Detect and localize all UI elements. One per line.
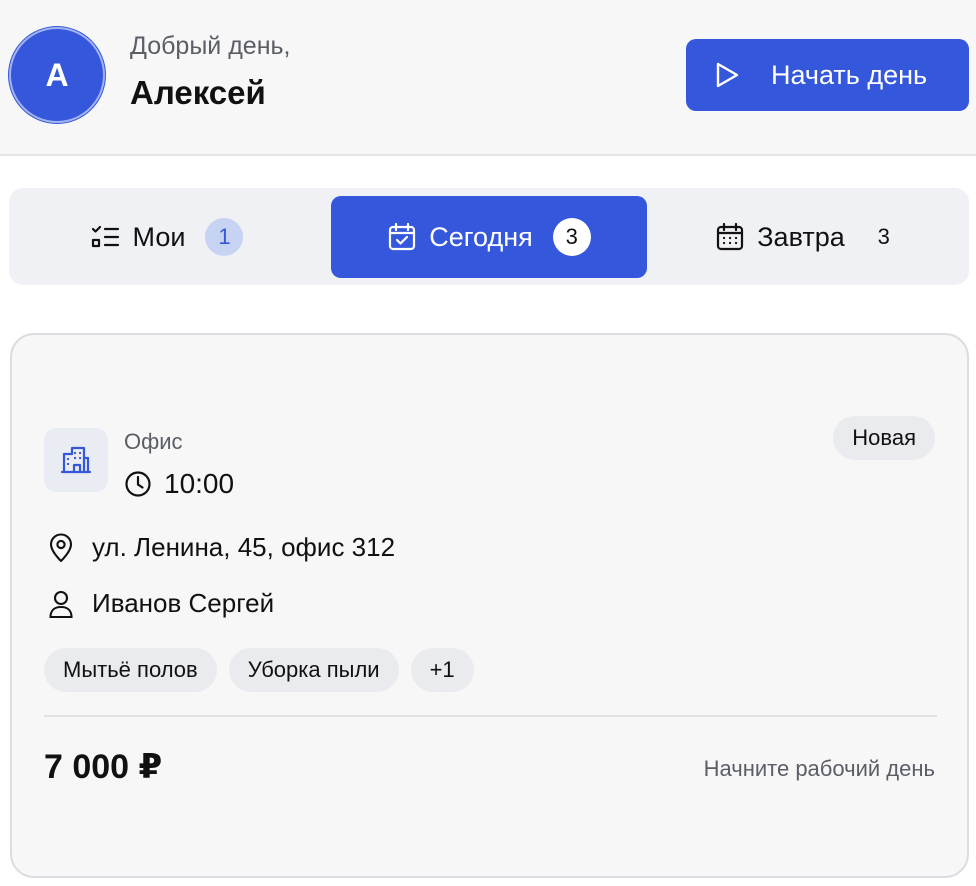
order-time: 10:00 [124, 468, 234, 500]
greeting-text: Добрый день, [130, 32, 291, 60]
service-tag: Уборка пыли [228, 648, 399, 692]
order-type: Офис [124, 429, 183, 454]
order-client-text: Иванов Сергей [92, 588, 275, 618]
tab-today-count: 3 [552, 218, 591, 256]
user-icon [44, 589, 78, 619]
service-tag: Мытьё полов [44, 648, 217, 692]
start-day-button[interactable]: Начать день [686, 39, 969, 111]
service-tags: Мытьё полов Уборка пыли +1 [44, 648, 486, 692]
checklist-icon [91, 224, 121, 250]
order-hint: Начните рабочий день [703, 756, 935, 781]
tab-tomorrow[interactable]: Завтра 3 [651, 196, 967, 278]
top-header: А Добрый день, Алексей Начать день [0, 0, 976, 156]
clock-icon [124, 470, 152, 498]
order-price: 7 000 ₽ [44, 748, 163, 786]
tab-tomorrow-label: Завтра [757, 221, 845, 252]
calendar-grid-icon [715, 222, 745, 252]
order-address-text: ул. Ленина, 45, офис 312 [92, 532, 396, 562]
order-client: Иванов Сергей [44, 588, 274, 619]
user-name: Алексей [130, 74, 266, 111]
tab-mine-count: 1 [205, 218, 244, 256]
play-icon [713, 61, 741, 94]
tab-tomorrow-count: 3 [877, 224, 890, 249]
start-day-label: Начать день [771, 60, 928, 90]
card-divider [44, 715, 937, 717]
order-time-value: 10:00 [164, 468, 235, 499]
order-card[interactable]: Офис 10:00 Новая ул. Ленина, 45, офис 31… [10, 333, 969, 878]
tab-today[interactable]: Сегодня 3 [331, 196, 647, 278]
avatar[interactable]: А [9, 27, 105, 123]
tab-mine-label: Мои [132, 221, 186, 252]
order-address: ул. Ленина, 45, офис 312 [44, 532, 395, 563]
status-badge: Новая [833, 416, 935, 460]
location-pin-icon [44, 532, 78, 563]
tab-today-label: Сегодня [429, 221, 533, 252]
calendar-check-icon [387, 222, 417, 252]
day-tabs: Мои 1 Сегодня 3 Завтра 3 [9, 188, 969, 285]
more-services-tag[interactable]: +1 [410, 648, 474, 692]
building-icon [44, 428, 108, 492]
tab-mine[interactable]: Мои 1 [9, 196, 325, 278]
